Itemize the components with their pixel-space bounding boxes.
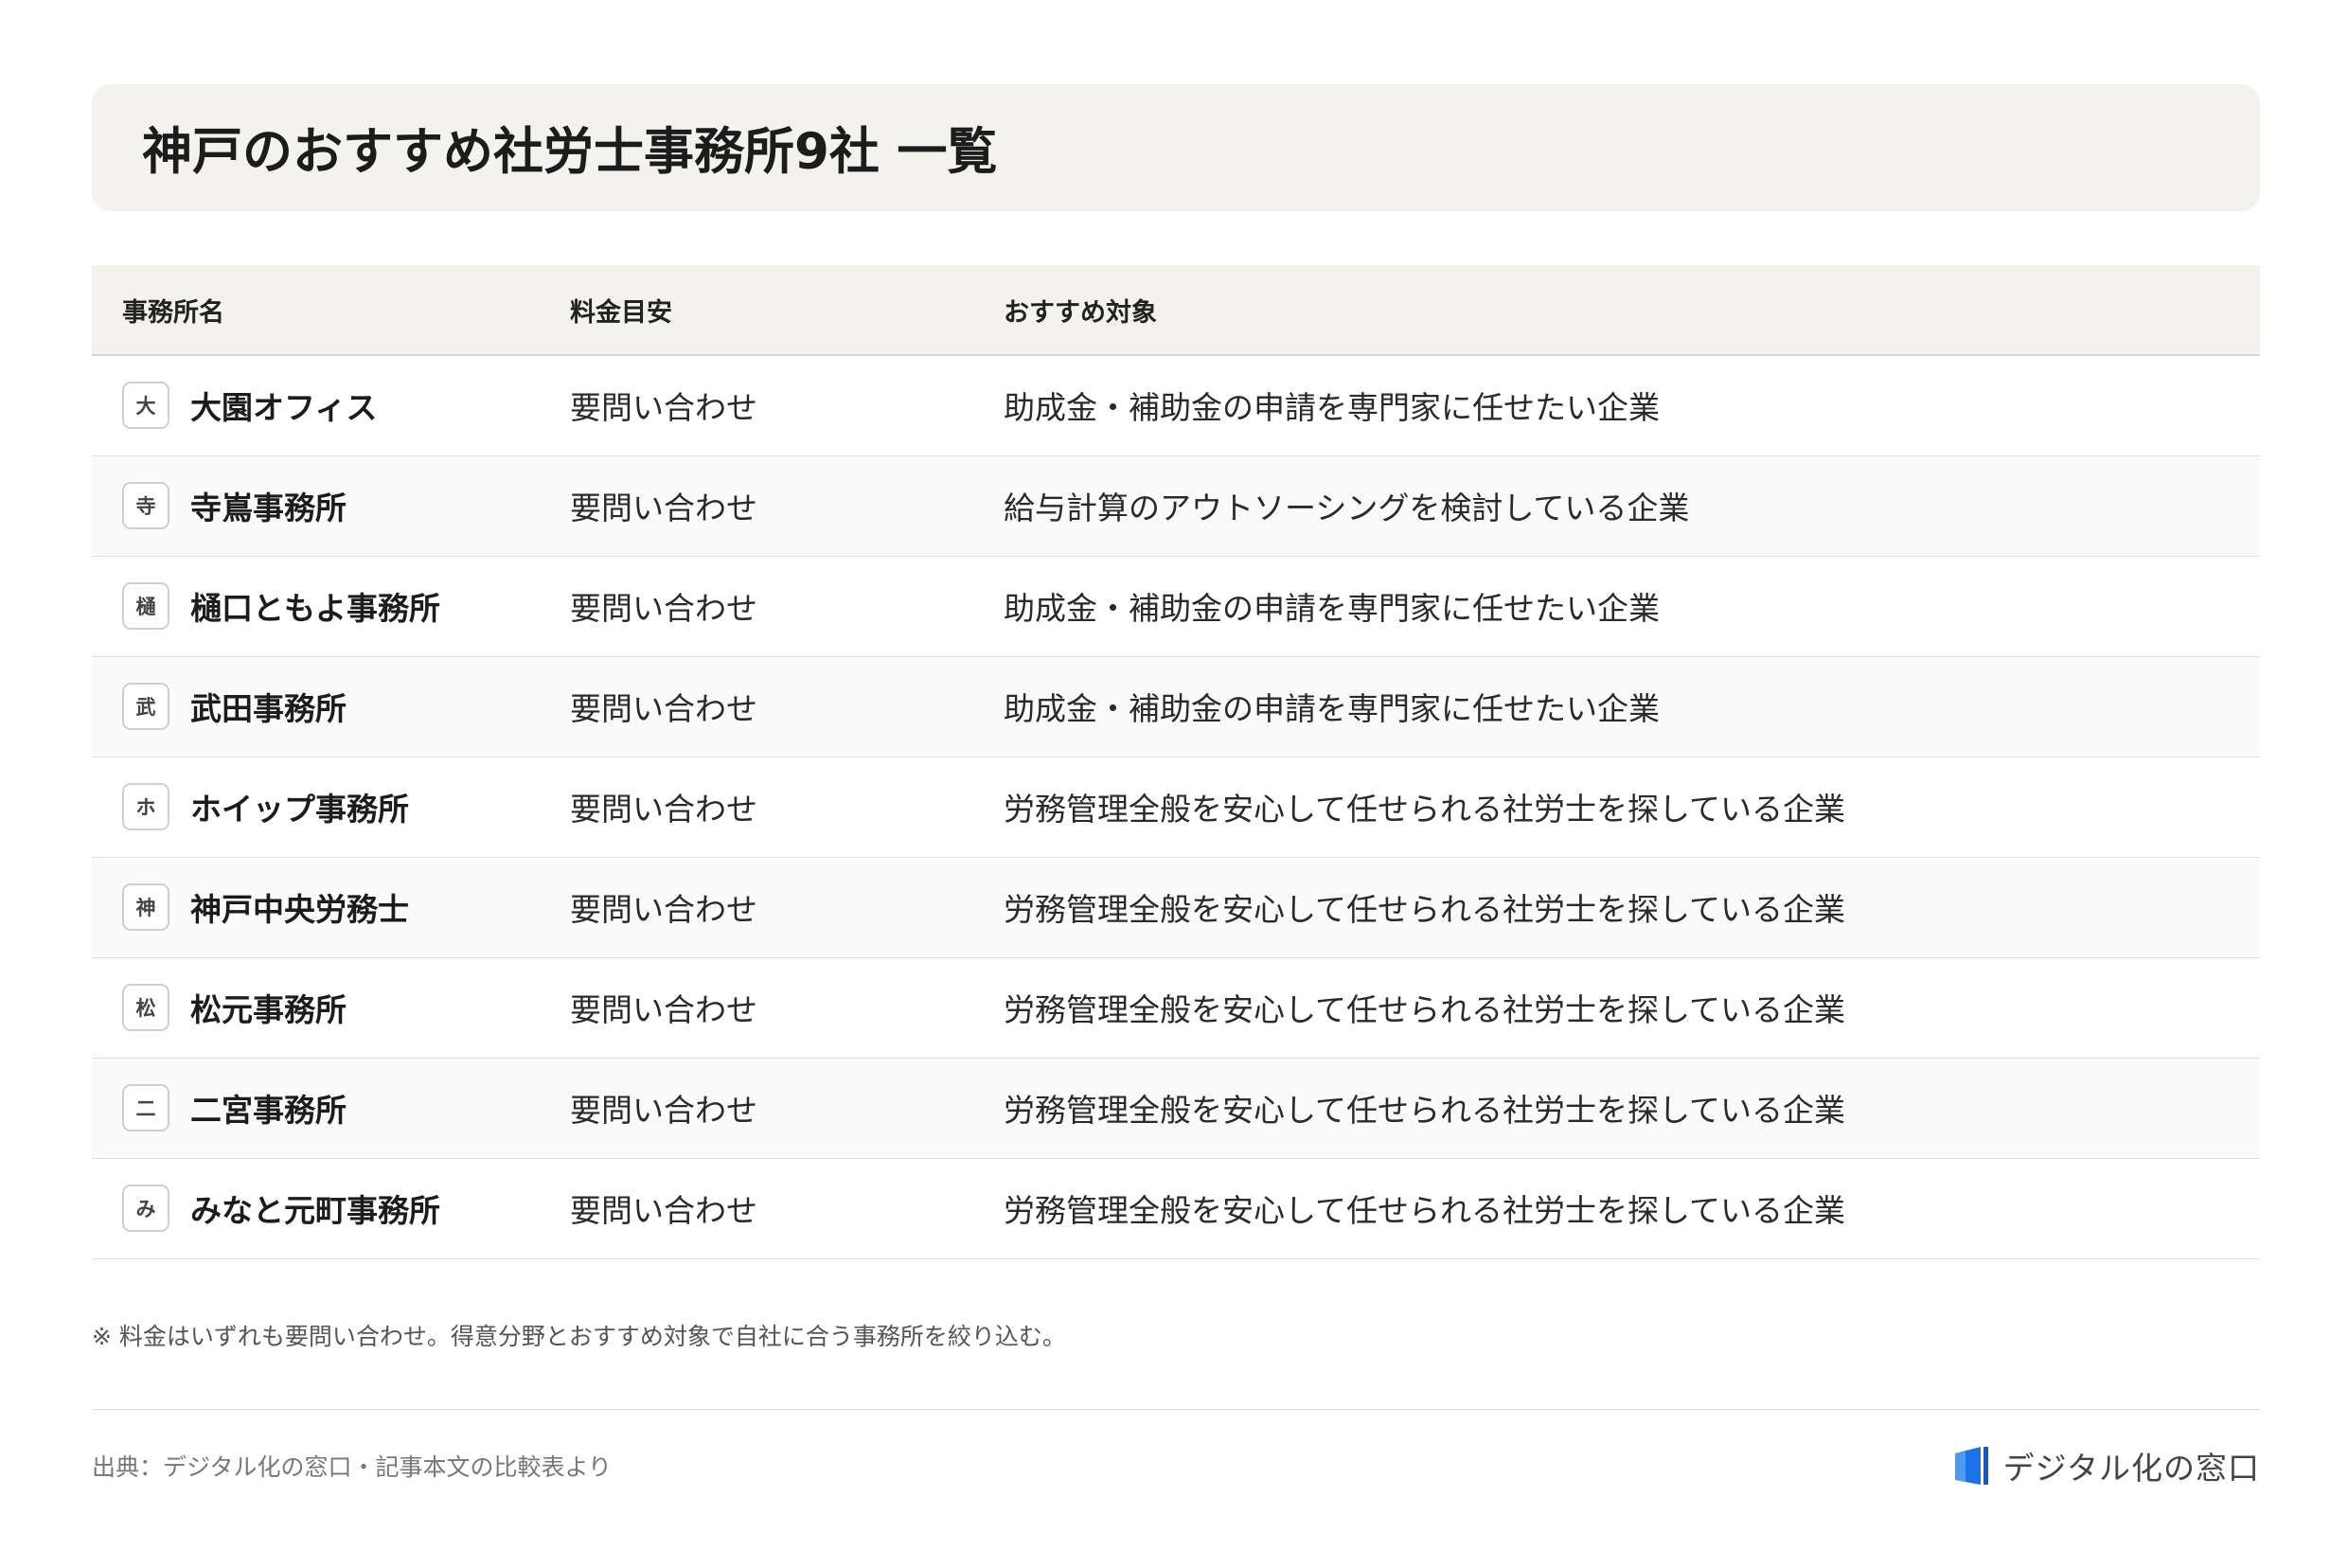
office-cell: 樋 樋口ともよ事務所 [92, 556, 570, 656]
target-cell: 労務管理全般を安心して任せられる社労士を探している企業 [1004, 991, 1846, 1028]
target-cell: 給与計算のアウトソーシングを検討している企業 [1004, 490, 1690, 526]
table-row: 二 二宮事務所 要問い合わせ 労務管理全般を安心して任せられる社労士を探している… [92, 1058, 2260, 1158]
fee-cell: 要問い合わせ [570, 991, 757, 1028]
brand: デジタル化の窓口 [1952, 1443, 2260, 1488]
table-row: 武 武田事務所 要問い合わせ 助成金・補助金の申請を専門家に任せたい企業 [92, 656, 2260, 757]
target-cell: 労務管理全般を安心して任せられる社労士を探している企業 [1004, 1092, 1846, 1129]
office-cell: 二 二宮事務所 [92, 1058, 570, 1158]
office-cell: 寺 寺嶌事務所 [92, 455, 570, 556]
page: 神戸のおすすめ社労士事務所9社 一覧 事務所名 料金目安 おすすめ対象 大 大園… [92, 84, 2260, 1488]
office-initial-badge: 神 [122, 883, 169, 931]
office-cell: 大 大園オフィス [92, 355, 570, 455]
office-initial-badge: 大 [122, 382, 169, 430]
office-name: ホイップ事務所 [190, 791, 409, 828]
title-banner: 神戸のおすすめ社労士事務所9社 一覧 [92, 84, 2260, 211]
office-initial-badge: み [122, 1185, 169, 1232]
target-cell: 助成金・補助金の申請を専門家に任せたい企業 [1004, 389, 1660, 427]
fee-cell: 要問い合わせ [570, 1092, 757, 1129]
fee-cell: 要問い合わせ [570, 791, 757, 828]
table-row: 大 大園オフィス 要問い合わせ 助成金・補助金の申請を専門家に任せたい企業 [92, 355, 2260, 455]
header-fee: 料金目安 [570, 265, 1004, 356]
target-cell: 労務管理全般を安心して任せられる社労士を探している企業 [1004, 791, 1846, 828]
office-cell: ホ ホイップ事務所 [92, 757, 570, 857]
office-name: 二宮事務所 [190, 1092, 347, 1129]
fee-cell: 要問い合わせ [570, 490, 757, 526]
table-note: ※ 料金はいずれも要問い合わせ。得意分野とおすすめ対象で自社に合う事務所を絞り込… [92, 1322, 1066, 1350]
footer: 出典：デジタル化の窓口・記事本文の比較表より デジタル化の窓口 [92, 1444, 2260, 1488]
table-row: 寺 寺嶌事務所 要問い合わせ 給与計算のアウトソーシングを検討している企業 [92, 455, 2260, 556]
table-row: 神 神戸中央労務士 要問い合わせ 労務管理全般を安心して任せられる社労士を探して… [92, 857, 2260, 957]
office-cell: 松 松元事務所 [92, 957, 570, 1058]
target-cell: 助成金・補助金の申請を専門家に任せたい企業 [1004, 690, 1660, 727]
table-row: み みなと元町事務所 要問い合わせ 労務管理全般を安心して任せられる社労士を探し… [92, 1158, 2260, 1258]
office-initial-badge: 樋 [122, 582, 169, 630]
office-name: みなと元町事務所 [190, 1192, 440, 1229]
office-name: 武田事務所 [190, 690, 347, 727]
office-name: 樋口ともよ事務所 [190, 590, 440, 627]
office-initial-badge: 二 [122, 1084, 169, 1131]
target-cell: 助成金・補助金の申請を専門家に任せたい企業 [1004, 590, 1660, 627]
footer-divider [92, 1408, 2260, 1410]
office-name: 神戸中央労務士 [190, 891, 409, 928]
office-cell: 武 武田事務所 [92, 656, 570, 757]
office-cell: 神 神戸中央労務士 [92, 857, 570, 957]
table-row: ホ ホイップ事務所 要問い合わせ 労務管理全般を安心して任せられる社労士を探して… [92, 757, 2260, 857]
table-header-row: 事務所名 料金目安 おすすめ対象 [92, 265, 2260, 356]
office-name: 寺嶌事務所 [190, 490, 347, 526]
table-row: 樋 樋口ともよ事務所 要問い合わせ 助成金・補助金の申請を専門家に任せたい企業 [92, 556, 2260, 656]
office-name: 松元事務所 [190, 991, 347, 1028]
office-initial-badge: 寺 [122, 482, 169, 529]
target-cell: 労務管理全般を安心して任せられる社労士を探している企業 [1004, 891, 1846, 928]
fee-cell: 要問い合わせ [570, 690, 757, 727]
fee-cell: 要問い合わせ [570, 1192, 757, 1229]
office-initial-badge: 武 [122, 683, 169, 730]
fee-cell: 要問い合わせ [570, 590, 757, 627]
brand-name: デジタル化の窓口 [2002, 1449, 2260, 1487]
office-table: 事務所名 料金目安 おすすめ対象 大 大園オフィス 要問い合わせ 助成金・補助金… [92, 265, 2260, 1259]
header-target: おすすめ対象 [1004, 265, 2260, 356]
office-initial-badge: 松 [122, 984, 169, 1031]
page-title: 神戸のおすすめ社労士事務所9社 一覧 [142, 123, 998, 181]
office-name: 大園オフィス [190, 389, 378, 427]
office-initial-badge: ホ [122, 783, 169, 830]
window-logo-icon [1954, 1446, 1988, 1485]
header-office-name: 事務所名 [92, 265, 570, 356]
table-row: 松 松元事務所 要問い合わせ 労務管理全般を安心して任せられる社労士を探している… [92, 957, 2260, 1058]
target-cell: 労務管理全般を安心して任せられる社労士を探している企業 [1004, 1192, 1846, 1229]
table-body: 大 大園オフィス 要問い合わせ 助成金・補助金の申請を専門家に任せたい企業 寺 … [92, 355, 2260, 1258]
source-credit: 出典：デジタル化の窓口・記事本文の比較表より [92, 1452, 613, 1481]
office-cell: み みなと元町事務所 [92, 1158, 570, 1258]
fee-cell: 要問い合わせ [570, 389, 757, 427]
fee-cell: 要問い合わせ [570, 891, 757, 928]
